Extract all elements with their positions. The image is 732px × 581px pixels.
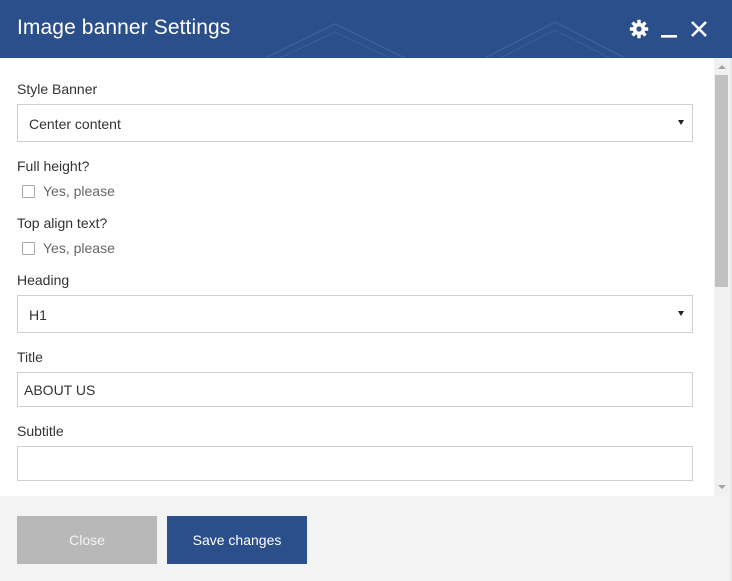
- chevron-down-icon: [678, 120, 684, 125]
- scroll-up-icon[interactable]: [718, 65, 726, 69]
- save-changes-button[interactable]: Save changes: [167, 516, 307, 564]
- top-align-option-label: Yes, please: [43, 240, 115, 256]
- full-height-option-label: Yes, please: [43, 183, 115, 199]
- title-input[interactable]: ABOUT US: [17, 372, 693, 407]
- chevron-down-icon: [678, 311, 684, 316]
- scroll-down-icon[interactable]: [718, 485, 726, 489]
- full-height-label: Full height?: [17, 158, 90, 174]
- title-label: Title: [17, 349, 43, 365]
- subtitle-label: Subtitle: [17, 423, 64, 439]
- gear-icon[interactable]: [628, 18, 650, 40]
- style-banner-label: Style Banner: [17, 81, 98, 97]
- dialog-body: Style Banner Center content Full height?…: [0, 58, 714, 496]
- dialog-header: Image banner Settings: [0, 0, 732, 58]
- heading-select[interactable]: H1: [17, 295, 693, 333]
- dialog-footer: Close Save changes: [0, 496, 730, 581]
- minimize-icon[interactable]: [658, 18, 680, 40]
- close-icon[interactable]: [688, 18, 710, 40]
- close-button[interactable]: Close: [17, 516, 157, 564]
- scrollbar-thumb[interactable]: [715, 75, 728, 287]
- dialog-title: Image banner Settings: [17, 16, 231, 39]
- subtitle-input[interactable]: [17, 446, 693, 481]
- top-align-option[interactable]: Yes, please: [22, 240, 115, 256]
- full-height-checkbox[interactable]: [22, 184, 35, 198]
- title-input-value: ABOUT US: [24, 382, 96, 398]
- style-banner-select[interactable]: Center content: [17, 104, 693, 142]
- vertical-scrollbar[interactable]: [714, 58, 730, 496]
- heading-value: H1: [29, 307, 47, 323]
- style-banner-value: Center content: [29, 116, 121, 132]
- full-height-option[interactable]: Yes, please: [22, 183, 115, 199]
- top-align-label: Top align text?: [17, 215, 108, 231]
- settings-dialog: Image banner Settings Style Banner Cente…: [0, 0, 732, 581]
- heading-label: Heading: [17, 272, 70, 288]
- top-align-checkbox[interactable]: [22, 241, 35, 255]
